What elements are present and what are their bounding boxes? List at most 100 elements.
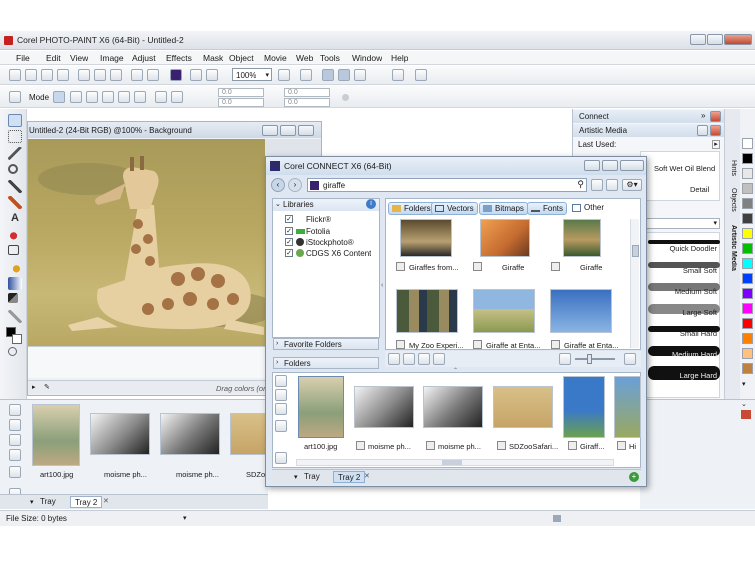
background-color-swatch[interactable] xyxy=(12,334,22,344)
scale-mode-icon[interactable] xyxy=(86,91,98,103)
save-icon[interactable] xyxy=(41,69,53,81)
properties-icon[interactable] xyxy=(433,353,445,365)
rectangle-tool-icon[interactable] xyxy=(8,245,19,255)
coord-y-field[interactable]: 0.0 xyxy=(218,98,264,107)
tray-import-icon[interactable] xyxy=(9,419,21,431)
result-thumb-giraffes-from[interactable] xyxy=(400,219,452,257)
zoom-fit-icon[interactable] xyxy=(278,69,290,81)
connect-close-button[interactable] xyxy=(620,160,644,171)
last-used-item-1[interactable]: Soft Wet Oil Blend xyxy=(654,164,715,173)
swap-colors-icon[interactable] xyxy=(8,347,17,356)
play-icon[interactable]: ▸ xyxy=(32,383,36,391)
menu-adjust[interactable]: Adjust xyxy=(132,53,156,63)
palette-swatch[interactable] xyxy=(742,183,753,194)
brush-label-3[interactable]: Medium Soft xyxy=(675,287,717,296)
paint-tool-icon[interactable] xyxy=(8,228,22,241)
library-check-flickr[interactable]: ✓ xyxy=(285,215,293,223)
doc-close-button[interactable] xyxy=(298,125,314,136)
splitter-arrow-icon[interactable]: ‹ xyxy=(381,282,383,289)
palette-scroll-icon[interactable]: ▾ xyxy=(742,380,746,388)
results-scrollbar[interactable] xyxy=(630,219,639,348)
menu-edit[interactable]: Edit xyxy=(46,53,61,63)
copy-icon[interactable] xyxy=(94,69,106,81)
info-icon[interactable]: i xyxy=(366,199,376,209)
last-used-arrow-icon[interactable]: ▸ xyxy=(712,140,720,149)
open-icon[interactable] xyxy=(25,69,37,81)
cut-icon[interactable] xyxy=(78,69,90,81)
library-flickr[interactable]: Flickr® xyxy=(306,215,331,224)
skew-mode-icon[interactable] xyxy=(102,91,114,103)
connect-docker-close[interactable] xyxy=(710,111,721,122)
clone-tool-icon[interactable] xyxy=(8,310,22,323)
pick-tool-icon[interactable] xyxy=(8,114,22,127)
print-icon[interactable] xyxy=(57,69,69,81)
collapse-icon[interactable]: ⌄ xyxy=(275,200,281,208)
coord-h-field[interactable]: 0.0 xyxy=(284,98,330,107)
palette-swatch[interactable] xyxy=(742,303,753,314)
new-icon[interactable] xyxy=(9,69,21,81)
filter-folders[interactable]: Folders xyxy=(388,202,435,215)
tray-thumb-art100[interactable] xyxy=(32,404,80,466)
menu-web[interactable]: Web xyxy=(296,53,313,63)
eyedropper-small-icon[interactable]: ✎ xyxy=(44,383,50,391)
double-chevron-icon[interactable]: » xyxy=(701,111,705,120)
rotate-mode-icon[interactable] xyxy=(70,91,82,103)
palette-swatch[interactable] xyxy=(742,153,753,164)
tray-thumb-moisme-2[interactable] xyxy=(160,413,220,455)
brush-label-4[interactable]: Large Soft xyxy=(682,308,717,317)
library-fotolia[interactable]: Fotolia xyxy=(306,227,330,236)
flip-v-icon[interactable] xyxy=(171,91,183,103)
library-cdgs[interactable]: CDGS X6 Content xyxy=(306,249,371,258)
add-to-tray-icon[interactable] xyxy=(388,353,400,365)
tray-share-icon[interactable] xyxy=(9,466,21,478)
result-thumb-my-zoo[interactable] xyxy=(396,289,458,333)
connect-tray-thumb-moisme-2[interactable] xyxy=(423,386,483,428)
status-dropdown-icon[interactable]: ▾ xyxy=(183,514,187,522)
large-thumbs-icon[interactable] xyxy=(624,353,636,365)
library-check-istock[interactable]: ✓ xyxy=(285,238,293,246)
hints-tab[interactable]: Hints xyxy=(730,160,737,176)
tray-tab-2[interactable]: Tray 2 xyxy=(70,496,103,508)
import-icon[interactable] xyxy=(190,69,202,81)
apply-icon[interactable] xyxy=(342,94,349,101)
export-icon[interactable] xyxy=(206,69,218,81)
filter-vectors[interactable]: Vectors xyxy=(431,202,478,215)
crop-tool-icon[interactable] xyxy=(8,147,22,160)
tray-export-icon[interactable] xyxy=(9,434,21,446)
connect-tray-thumb-art100[interactable] xyxy=(298,376,344,438)
search-icon[interactable]: ⚲ xyxy=(577,179,584,190)
doc-maximize-button[interactable] xyxy=(280,125,296,136)
tray-thumb-moisme-1[interactable] xyxy=(90,413,150,455)
eyedropper-icon[interactable] xyxy=(300,69,312,81)
shadow-tool-icon[interactable] xyxy=(8,293,18,303)
palette-swatch[interactable] xyxy=(742,228,753,239)
palette-swatch[interactable] xyxy=(742,363,753,374)
menu-window[interactable]: Window xyxy=(352,53,382,63)
eyedropper-tool-icon[interactable] xyxy=(8,180,22,193)
favorite-folders-header[interactable]: › Favorite Folders xyxy=(273,338,379,350)
menu-movie[interactable]: Movie xyxy=(264,53,287,63)
distort-mode-icon[interactable] xyxy=(118,91,130,103)
remove-icon[interactable] xyxy=(418,353,430,365)
filter-fonts[interactable]: Fonts xyxy=(527,202,568,215)
menu-tools[interactable]: Tools xyxy=(320,53,340,63)
position-mode-icon[interactable] xyxy=(53,91,65,103)
mask-tool-icon[interactable] xyxy=(8,130,22,143)
redo-icon[interactable] xyxy=(147,69,159,81)
copy-to-icon[interactable] xyxy=(403,353,415,365)
connect-tray-scroll-thumb[interactable] xyxy=(442,460,462,465)
connect-tray-menu-icon[interactable]: ▾ xyxy=(294,473,298,481)
menu-mask[interactable]: Mask xyxy=(203,53,223,63)
brush-label-1[interactable]: Quick Doodler xyxy=(669,244,717,253)
fill-tool-icon[interactable] xyxy=(8,261,22,274)
brush-dropdown[interactable]: ▾ xyxy=(640,218,720,229)
objects-tab[interactable]: Objects xyxy=(730,188,737,212)
options-icon[interactable] xyxy=(415,69,427,81)
result-thumb-giraffe-enta-1[interactable] xyxy=(473,289,535,333)
add-tray-icon[interactable]: + xyxy=(629,472,639,482)
palette-swatch[interactable] xyxy=(742,168,753,179)
brush-label-5[interactable]: Small Hard xyxy=(680,329,717,338)
canvas-image[interactable] xyxy=(28,139,265,346)
text-tool-icon[interactable]: A xyxy=(8,212,22,225)
connect-tray-export-icon[interactable] xyxy=(275,403,287,415)
